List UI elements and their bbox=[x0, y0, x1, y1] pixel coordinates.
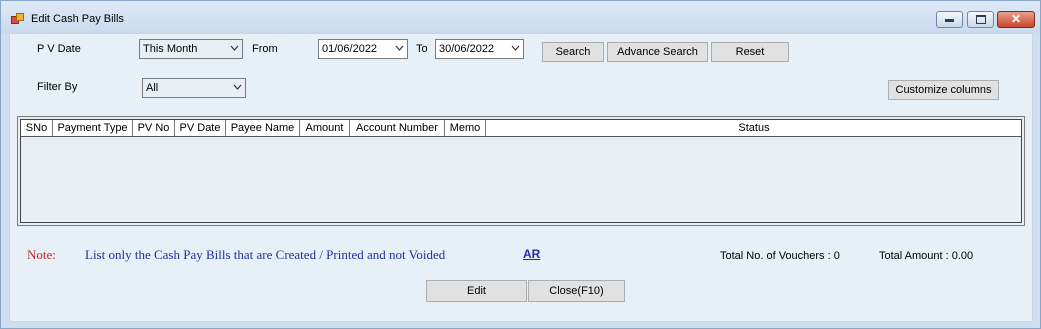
pv-date-label: P V Date bbox=[37, 43, 81, 55]
column-amount[interactable]: Amount bbox=[300, 120, 350, 136]
chevron-down-icon bbox=[233, 83, 242, 91]
customize-columns-button[interactable]: Customize columns bbox=[888, 80, 999, 100]
edit-button[interactable]: Edit bbox=[426, 280, 527, 302]
pv-date-value: This Month bbox=[143, 43, 198, 55]
to-date-picker[interactable]: 30/06/2022 bbox=[435, 39, 524, 59]
column-memo[interactable]: Memo bbox=[445, 120, 486, 136]
chevron-down-icon bbox=[395, 44, 404, 52]
edit-cash-pay-bills-window: Edit Cash Pay Bills ✕ P V Date This Mont… bbox=[0, 0, 1041, 329]
from-date-picker[interactable]: 01/06/2022 bbox=[318, 39, 408, 59]
maximize-button[interactable] bbox=[967, 11, 994, 28]
filter-by-select[interactable]: All bbox=[142, 78, 246, 98]
filter-by-label: Filter By bbox=[37, 81, 78, 93]
search-button[interactable]: Search bbox=[542, 42, 604, 62]
ar-link[interactable]: AR bbox=[523, 247, 540, 261]
grid-header: SNo Payment Type PV No PV Date Payee Nam… bbox=[21, 120, 1021, 137]
column-account-number[interactable]: Account Number bbox=[350, 120, 445, 136]
window-title: Edit Cash Pay Bills bbox=[31, 13, 124, 25]
column-status[interactable]: Status bbox=[486, 120, 1022, 136]
column-payee-name[interactable]: Payee Name bbox=[226, 120, 300, 136]
chevron-down-icon bbox=[511, 44, 520, 52]
column-pv-date[interactable]: PV Date bbox=[175, 120, 226, 136]
column-sno[interactable]: SNo bbox=[21, 120, 53, 136]
to-label: To bbox=[416, 43, 428, 55]
filter-by-value: All bbox=[146, 82, 159, 94]
maximize-icon bbox=[968, 12, 993, 27]
close-button[interactable]: Close(F10) bbox=[528, 280, 625, 302]
to-date-value: 30/06/2022 bbox=[439, 43, 495, 55]
column-payment-type[interactable]: Payment Type bbox=[53, 120, 133, 136]
minimize-icon bbox=[937, 12, 962, 27]
close-icon: ✕ bbox=[1010, 12, 1022, 26]
minimize-button[interactable] bbox=[936, 11, 963, 28]
from-label: From bbox=[252, 43, 278, 55]
from-date-value: 01/06/2022 bbox=[322, 43, 378, 55]
total-amount: Total Amount : 0.00 bbox=[879, 250, 974, 262]
pv-date-select[interactable]: This Month bbox=[139, 39, 243, 59]
column-pv-no[interactable]: PV No bbox=[133, 120, 175, 136]
app-icon bbox=[11, 13, 24, 24]
close-window-button[interactable]: ✕ bbox=[997, 11, 1035, 28]
chevron-down-icon bbox=[230, 44, 239, 52]
advance-search-button[interactable]: Advance Search bbox=[607, 42, 708, 62]
pay-bills-grid[interactable]: SNo Payment Type PV No PV Date Payee Nam… bbox=[17, 116, 1025, 226]
title-bar[interactable]: Edit Cash Pay Bills ✕ bbox=[1, 1, 1040, 33]
note-text: List only the Cash Pay Bills that are Cr… bbox=[85, 247, 446, 262]
reset-button[interactable]: Reset bbox=[711, 42, 789, 62]
note-label: Note: bbox=[27, 247, 56, 262]
total-vouchers: Total No. of Vouchers : 0 bbox=[720, 250, 840, 262]
grid-body[interactable]: SNo Payment Type PV No PV Date Payee Nam… bbox=[20, 119, 1022, 223]
